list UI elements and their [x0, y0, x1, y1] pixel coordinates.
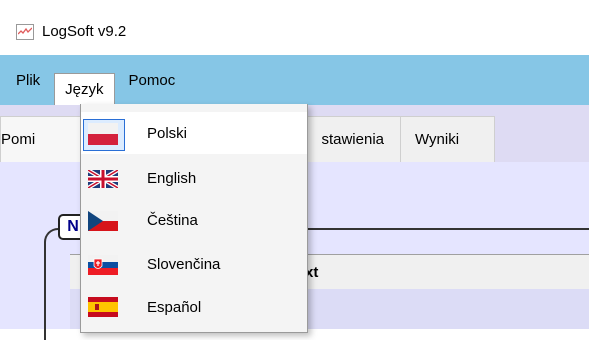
language-item-polski[interactable]: Polski — [81, 112, 307, 154]
menu-bar: Plik Język Pomoc — [0, 55, 589, 105]
menu-plik[interactable]: Plik — [0, 55, 54, 105]
uk-flag-icon — [88, 170, 118, 188]
language-dropdown-menu: Polski English Čeština Slovenčina Españo… — [80, 104, 308, 333]
tab-pomiary-label: Pomi — [1, 131, 36, 148]
menu-pomoc[interactable]: Pomoc — [115, 55, 190, 105]
language-item-cestina[interactable]: Čeština — [81, 199, 307, 241]
tab-ustawienia-label: stawienia — [321, 131, 384, 148]
tab-wyniki-label: Wyniki — [415, 131, 460, 148]
slovakia-flag-icon — [88, 255, 118, 275]
czech-flag-icon — [88, 211, 118, 231]
title-bar: LogSoft v9.2 — [0, 8, 589, 55]
language-item-espanol[interactable]: Español — [81, 286, 307, 328]
app-logo-icon — [16, 23, 34, 40]
language-label: English — [147, 169, 197, 187]
tab-wyniki[interactable]: Wyniki — [400, 116, 495, 162]
window-top-edge — [0, 0, 589, 8]
window-title: LogSoft v9.2 — [42, 23, 127, 40]
language-label: Español — [147, 298, 202, 316]
poland-flag-icon — [88, 123, 118, 145]
language-label: Čeština — [147, 211, 198, 229]
language-item-slovencina[interactable]: Slovenčina — [81, 243, 307, 285]
language-label: Slovenčina — [147, 255, 221, 273]
tab-pomiary[interactable]: Pomi — [0, 116, 92, 162]
language-label: Polski — [147, 124, 188, 142]
language-item-english[interactable]: English — [81, 157, 307, 199]
menu-jezyk[interactable]: Język — [54, 73, 115, 105]
spain-flag-icon — [88, 297, 118, 317]
